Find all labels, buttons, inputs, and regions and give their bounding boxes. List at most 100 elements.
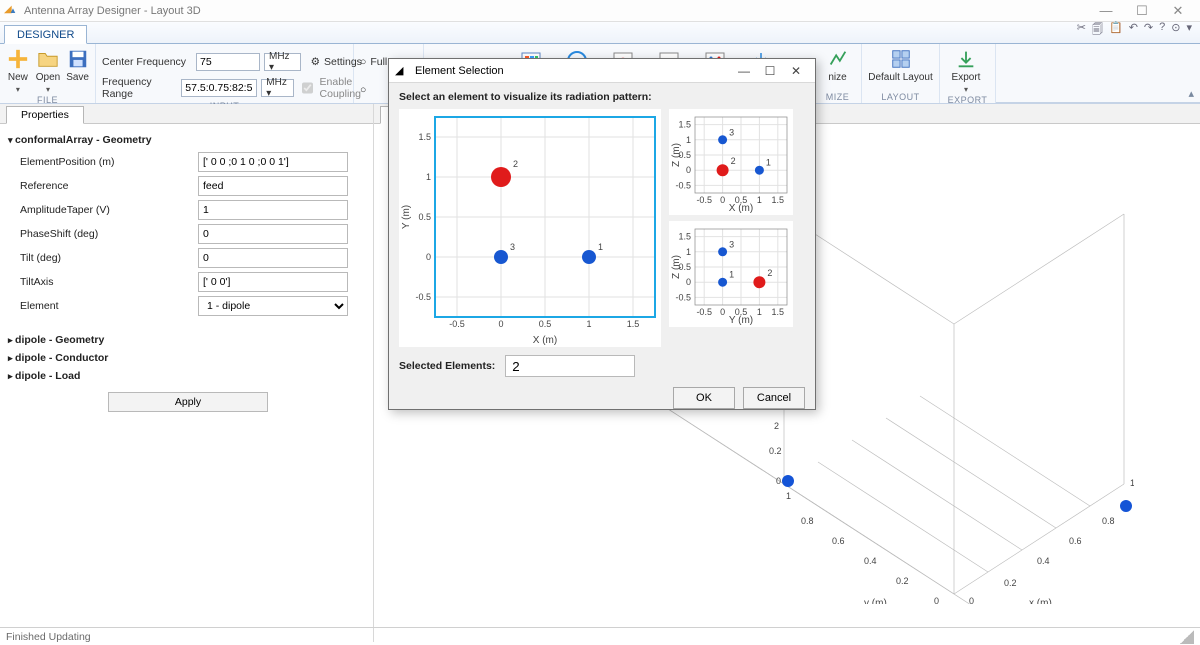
frequency-range-unit-dropdown[interactable]: MHz ▾ (261, 79, 293, 97)
qat-more-icon[interactable]: ⊙ (1171, 21, 1180, 40)
svg-text:1.5: 1.5 (678, 232, 691, 242)
qat-cut-icon[interactable]: ✂ (1077, 21, 1086, 40)
ribbon-group-export: Export ▾ EXPORT (940, 44, 996, 103)
svg-text:1: 1 (686, 135, 691, 145)
section-dipole-conductor[interactable]: dipole - Conductor (8, 352, 365, 364)
optimize-icon (827, 48, 849, 70)
svg-text:-0.5: -0.5 (675, 180, 691, 190)
tab-designer[interactable]: DESIGNER (4, 25, 87, 44)
svg-text:-0.5: -0.5 (449, 319, 465, 329)
tiltaxis-input[interactable] (198, 272, 348, 292)
qat-redo-icon[interactable]: ↷ (1144, 21, 1153, 40)
dialog-main-plot[interactable]: -0.500.511.5-0.500.511.5X (m)Y (m)123 (399, 109, 661, 347)
export-icon (955, 48, 977, 70)
svg-text:1: 1 (757, 307, 762, 317)
svg-text:0: 0 (498, 319, 503, 329)
reference-label: Reference (8, 180, 198, 192)
svg-text:1: 1 (729, 270, 734, 280)
qat-undo-icon[interactable]: ↶ (1129, 21, 1138, 40)
svg-text:0: 0 (720, 195, 725, 205)
matlab-logo-icon: ◢ (395, 64, 409, 78)
svg-text:x (m): x (m) (1029, 598, 1052, 604)
svg-text:0.2: 0.2 (769, 446, 782, 456)
properties-tabrow: Properties (0, 104, 373, 124)
svg-text:0.8: 0.8 (1102, 516, 1115, 526)
dialog-maximize-button[interactable]: ☐ (757, 64, 783, 78)
section-dipole-geometry[interactable]: dipole - Geometry (8, 334, 365, 346)
phaseshift-label: PhaseShift (deg) (8, 228, 198, 240)
svg-text:3: 3 (729, 127, 734, 137)
svg-text:1.5: 1.5 (772, 307, 785, 317)
section-conformalarray-geometry[interactable]: conformalArray - Geometry (8, 134, 365, 146)
svg-text:0.2: 0.2 (1004, 578, 1017, 588)
new-button[interactable]: New ▾ (6, 46, 30, 94)
window-minimize-button[interactable]: — (1088, 3, 1124, 18)
section-dipole-load[interactable]: dipole - Load (8, 370, 365, 382)
svg-text:1: 1 (686, 247, 691, 257)
dialog-yz-plot[interactable]: -0.500.511.5-0.500.511.5Y (m)Z (m)123 (669, 221, 793, 327)
dialog-title: Element Selection (415, 65, 504, 77)
frequency-range-input[interactable] (181, 79, 257, 97)
center-frequency-unit-dropdown[interactable]: MHz ▾ (264, 53, 301, 71)
svg-text:0: 0 (776, 476, 781, 486)
svg-text:1.5: 1.5 (772, 195, 785, 205)
svg-text:X (m): X (m) (729, 203, 753, 214)
quick-access-toolbar: ✂ 🗐 📋 ↶ ↷ ? ⊙ ▾ (1069, 21, 1200, 43)
qat-dropdown-icon[interactable]: ▾ (1186, 21, 1192, 40)
dialog-xz-plot[interactable]: -0.500.511.5-0.500.511.5X (m)Z (m)123 (669, 109, 793, 215)
svg-text:Y (m): Y (m) (729, 315, 753, 326)
ribbon-group-optimize: nize MIZE (814, 44, 862, 103)
element-select[interactable]: 1 - dipole (198, 296, 348, 316)
titlebar: Antenna Array Designer - Layout 3D — ☐ ✕ (0, 0, 1200, 22)
selected-elements-input[interactable] (505, 355, 635, 377)
svg-text:1: 1 (586, 319, 591, 329)
matlab-logo-icon (4, 4, 18, 18)
ribbon-collapse-button[interactable]: ▴ (1188, 87, 1194, 100)
enable-coupling-checkbox[interactable] (302, 79, 313, 97)
default-layout-button[interactable]: Default Layout (868, 46, 933, 83)
qat-paste-icon[interactable]: 📋 (1109, 21, 1123, 40)
radio-icon: ○ (360, 84, 366, 96)
resize-grip-icon[interactable] (1180, 630, 1194, 644)
dialog-close-button[interactable]: ✕ (783, 64, 809, 78)
svg-text:y (m): y (m) (864, 598, 887, 604)
qat-copy-icon[interactable]: 🗐 (1092, 21, 1103, 40)
open-button[interactable]: Open ▾ (36, 46, 60, 94)
save-button[interactable]: Save (66, 46, 89, 83)
elementposition-label: ElementPosition (m) (8, 156, 198, 168)
gear-icon: ⚙ (311, 56, 320, 68)
tiltaxis-label: TiltAxis (8, 276, 198, 288)
svg-text:2: 2 (513, 159, 518, 169)
cancel-button[interactable]: Cancel (743, 387, 805, 409)
svg-text:0: 0 (686, 165, 691, 175)
phaseshift-input[interactable] (198, 224, 348, 244)
window-title: Antenna Array Designer - Layout 3D (24, 5, 201, 17)
window-close-button[interactable]: ✕ (1160, 3, 1196, 19)
svg-text:0.5: 0.5 (539, 319, 552, 329)
center-frequency-input[interactable] (196, 53, 260, 71)
tilt-label: Tilt (deg) (8, 252, 198, 264)
ok-button[interactable]: OK (673, 387, 735, 409)
svg-text:0.4: 0.4 (864, 556, 877, 566)
tab-properties[interactable]: Properties (6, 106, 84, 124)
svg-text:0: 0 (426, 252, 431, 262)
qat-help-icon[interactable]: ? (1159, 21, 1165, 40)
svg-text:1: 1 (786, 491, 791, 501)
dialog-titlebar[interactable]: ◢ Element Selection — ☐ ✕ (389, 59, 815, 83)
center-frequency-label: Center Frequency (102, 56, 192, 68)
dialog-minimize-button[interactable]: — (731, 64, 757, 78)
folder-open-icon (37, 48, 59, 70)
optimize-button[interactable]: nize (820, 46, 855, 83)
apply-button[interactable]: Apply (108, 392, 268, 412)
amplitudetaper-input[interactable] (198, 200, 348, 220)
reference-input[interactable] (198, 176, 348, 196)
elementposition-input[interactable] (198, 152, 348, 172)
svg-text:Y (m): Y (m) (401, 205, 412, 229)
svg-text:1: 1 (766, 158, 771, 168)
svg-text:1: 1 (426, 172, 431, 182)
window-maximize-button[interactable]: ☐ (1124, 3, 1160, 19)
svg-text:-0.5: -0.5 (696, 307, 712, 317)
export-button[interactable]: Export ▾ (946, 46, 986, 94)
status-text: Finished Updating (6, 631, 91, 643)
tilt-input[interactable] (198, 248, 348, 268)
